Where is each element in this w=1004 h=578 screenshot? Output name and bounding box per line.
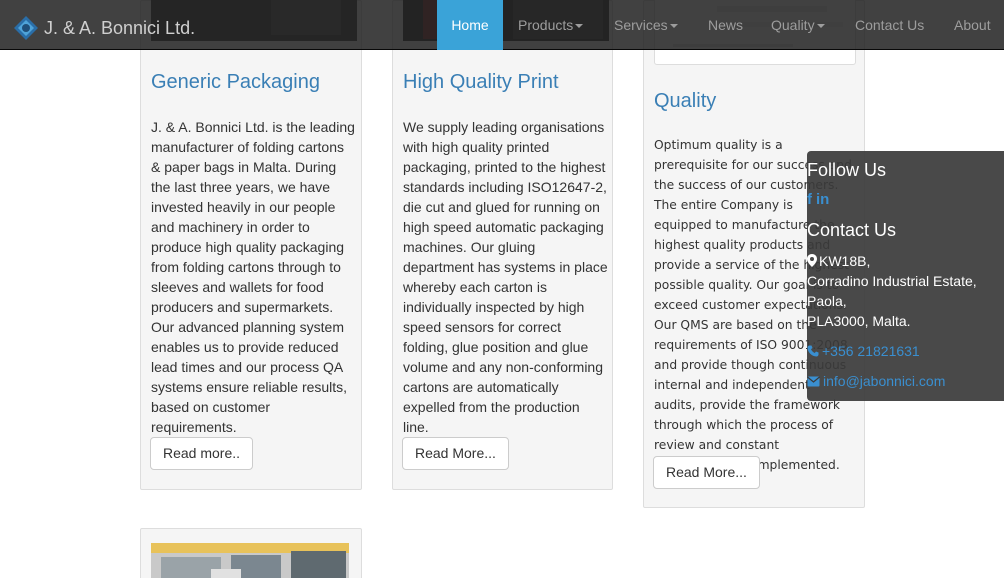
contact-us-heading: Contact Us: [807, 220, 897, 240]
read-more-button[interactable]: Read More...: [653, 456, 760, 489]
facebook-icon[interactable]: f: [807, 191, 812, 208]
phone-link[interactable]: +356 21821631: [807, 341, 920, 361]
nav-contact-us[interactable]: Contact Us: [855, 0, 924, 50]
card-machinery: [140, 528, 362, 578]
nav-about[interactable]: About: [954, 0, 991, 50]
nav-services[interactable]: Services: [614, 0, 678, 50]
follow-contact-panel: Follow Us f in Contact Us KW18B, Corradin…: [807, 151, 1004, 401]
address-line-3: Paola,: [807, 293, 847, 309]
follow-us-heading: Follow Us: [807, 160, 887, 180]
card-body: We supply leading organisations with hig…: [403, 119, 608, 435]
address-line-2: Corradino Industrial Estate,: [807, 273, 977, 289]
linkedin-icon[interactable]: in: [816, 191, 829, 208]
card-body: J. & A. Bonnici Ltd. is the leading manu…: [151, 119, 355, 435]
address-line: KW18B,: [807, 251, 870, 271]
brand-logo-icon: [14, 16, 38, 40]
nav-home[interactable]: Home: [437, 0, 503, 50]
phone-number[interactable]: +356 21821631: [822, 343, 920, 359]
nav-products-label: Products: [518, 17, 574, 33]
nav-services-label: Services: [614, 17, 668, 33]
map-marker-icon: [807, 254, 817, 267]
nav-quality[interactable]: Quality: [771, 0, 825, 50]
envelope-icon: [807, 376, 820, 387]
read-more-button[interactable]: Read More...: [402, 437, 509, 470]
caret-down-icon: [575, 24, 584, 29]
card-image: [151, 543, 349, 578]
social-icons: f in: [807, 191, 829, 208]
phone-icon: [807, 345, 819, 357]
read-more-button[interactable]: Read more..: [150, 437, 254, 470]
card-title: High Quality Print: [403, 71, 559, 93]
nav-about-label: About: [954, 17, 991, 33]
top-navbar: J. & A. Bonnici Ltd. Home Products Servi…: [0, 0, 1004, 50]
card-title: Quality: [654, 90, 717, 112]
address-line-1: KW18B,: [819, 253, 871, 269]
machinery-photo-graphic: [151, 543, 349, 578]
card-title: Generic Packaging: [151, 71, 320, 93]
card-generic-packaging: Generic Packaging J. & A. Bonnici Ltd. i…: [140, 0, 362, 490]
nav-news-label: News: [708, 17, 744, 33]
brand[interactable]: J. & A. Bonnici Ltd.: [14, 13, 195, 43]
nav-contact-us-label: Contact Us: [855, 17, 925, 33]
email-address[interactable]: info@jabonnici.com: [823, 373, 945, 389]
page: Generic Packaging J. & A. Bonnici Ltd. i…: [0, 0, 1004, 578]
nav-home-label: Home: [451, 17, 489, 33]
nav-news[interactable]: News: [708, 0, 743, 50]
email-link[interactable]: info@jabonnici.com: [807, 371, 945, 391]
caret-down-icon: [816, 24, 825, 29]
card-high-quality-print: High Quality Print We supply leading org…: [392, 0, 613, 490]
nav-quality-label: Quality: [771, 17, 815, 33]
brand-name: J. & A. Bonnici Ltd.: [44, 17, 196, 38]
nav-products[interactable]: Products: [518, 0, 584, 50]
caret-down-icon: [669, 24, 678, 29]
address-line-4: PLA3000, Malta.: [807, 313, 911, 329]
